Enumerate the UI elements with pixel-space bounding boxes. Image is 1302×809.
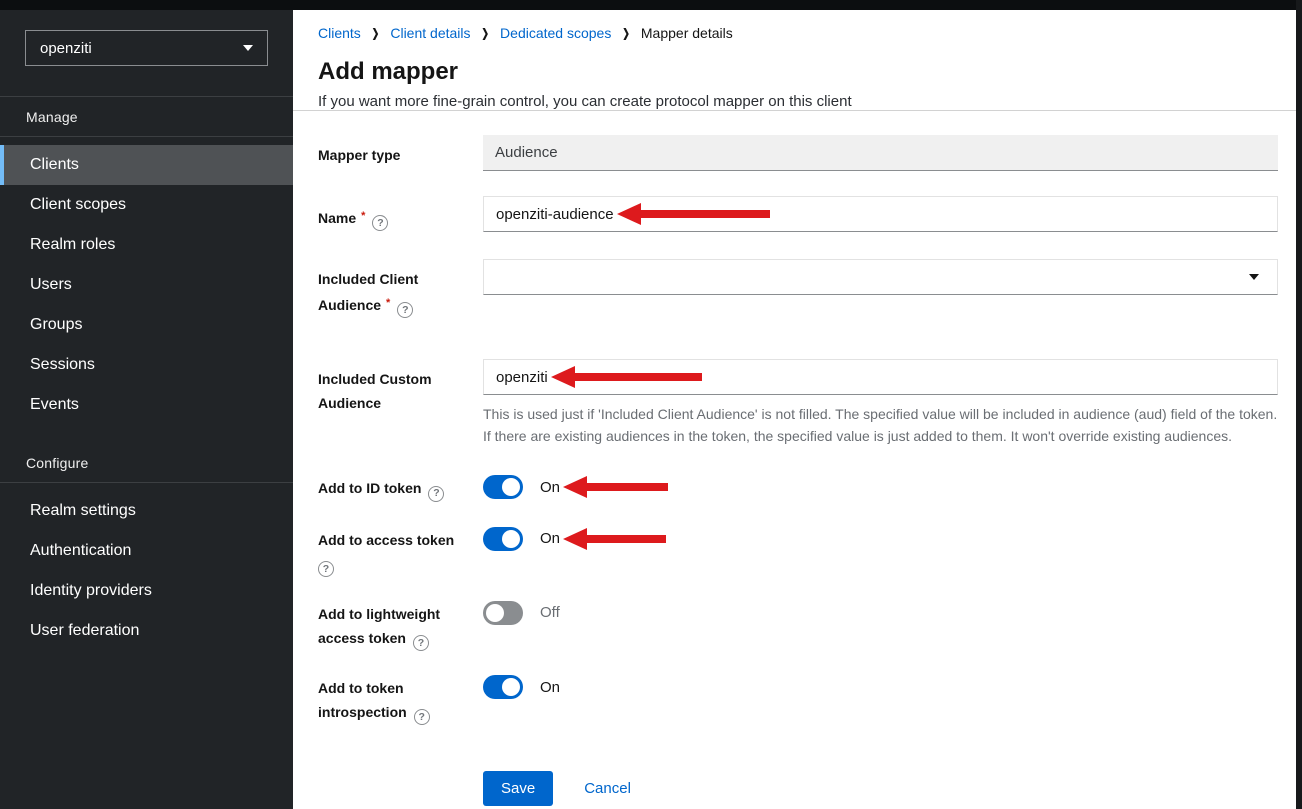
sidebar-item-identity-providers[interactable]: Identity providers bbox=[0, 571, 293, 611]
scrollbar-track[interactable] bbox=[1296, 0, 1302, 809]
chevron-down-icon bbox=[243, 45, 253, 51]
configure-nav-list: Realm settings Authentication Identity p… bbox=[0, 483, 293, 651]
chevron-right-icon: ❯ bbox=[622, 26, 630, 40]
breadcrumb: Clients ❯ Client details ❯ Dedicated sco… bbox=[318, 25, 1278, 41]
realm-selector-dropdown[interactable]: openziti bbox=[25, 30, 268, 66]
sidebar-item-client-scopes[interactable]: Client scopes bbox=[0, 185, 293, 225]
included-custom-audience-value: openziti bbox=[496, 369, 548, 386]
add-to-token-introspection-state: On bbox=[540, 679, 560, 696]
add-to-token-introspection-label: Add to token introspection? bbox=[318, 675, 483, 725]
add-to-access-token-state: On bbox=[540, 530, 560, 547]
add-to-id-token-row: Add to ID token? On bbox=[318, 475, 1278, 501]
add-to-token-introspection-toggle[interactable] bbox=[483, 675, 523, 699]
add-to-access-token-row: Add to access token ? On bbox=[318, 527, 1278, 577]
mapper-type-field: Audience bbox=[483, 135, 1278, 171]
included-custom-audience-help: This is used just if 'Included Client Au… bbox=[483, 403, 1278, 447]
add-to-lightweight-access-token-label: Add to lightweight access token? bbox=[318, 601, 483, 651]
form-actions: Save Cancel bbox=[483, 771, 1278, 809]
included-custom-audience-row: Included Custom Audience openziti This i… bbox=[318, 359, 1278, 447]
chevron-right-icon: ❯ bbox=[482, 26, 490, 40]
breadcrumb-clients[interactable]: Clients bbox=[318, 25, 361, 41]
add-to-lightweight-access-token-toggle[interactable] bbox=[483, 601, 523, 625]
app-window: openziti Manage Clients Client scopes Re… bbox=[0, 0, 1302, 809]
save-button[interactable]: Save bbox=[483, 771, 553, 806]
annotation-arrow bbox=[617, 203, 770, 225]
mapper-type-value: Audience bbox=[495, 144, 558, 161]
page-title: Add mapper bbox=[318, 58, 1278, 86]
included-custom-audience-label: Included Custom Audience bbox=[318, 359, 483, 415]
help-icon[interactable]: ? bbox=[372, 215, 388, 231]
sidebar-item-groups[interactable]: Groups bbox=[0, 305, 293, 345]
add-to-id-token-toggle[interactable] bbox=[483, 475, 523, 499]
sidebar-item-realm-settings[interactable]: Realm settings bbox=[0, 491, 293, 531]
sidebar-item-events[interactable]: Events bbox=[0, 385, 293, 425]
annotation-arrow bbox=[563, 476, 668, 498]
sidebar-item-realm-roles[interactable]: Realm roles bbox=[0, 225, 293, 265]
manage-nav-list: Clients Client scopes Realm roles Users … bbox=[0, 137, 293, 425]
name-input-value: openziti-audience bbox=[496, 206, 614, 223]
help-icon[interactable]: ? bbox=[397, 302, 413, 318]
included-client-audience-select[interactable] bbox=[483, 259, 1278, 295]
help-icon[interactable]: ? bbox=[414, 709, 430, 725]
main-content: Clients ❯ Client details ❯ Dedicated sco… bbox=[293, 10, 1302, 809]
required-asterisk: * bbox=[361, 210, 365, 222]
included-custom-audience-input[interactable]: openziti bbox=[483, 359, 1278, 395]
mapper-type-label: Mapper type bbox=[318, 135, 483, 167]
nav-section-manage: Manage bbox=[0, 97, 293, 136]
add-to-id-token-state: On bbox=[540, 479, 560, 496]
add-to-lightweight-access-token-row: Add to lightweight access token? Off bbox=[318, 601, 1278, 651]
annotation-arrow bbox=[551, 366, 702, 388]
page-header: Clients ❯ Client details ❯ Dedicated sco… bbox=[293, 10, 1302, 111]
breadcrumb-mapper-details: Mapper details bbox=[641, 25, 733, 41]
name-label: Name*? bbox=[318, 196, 483, 231]
sidebar-item-authentication[interactable]: Authentication bbox=[0, 531, 293, 571]
sidebar-item-users[interactable]: Users bbox=[0, 265, 293, 305]
add-to-access-token-toggle[interactable] bbox=[483, 527, 523, 551]
add-mapper-form: Mapper type Audience Name*? openziti-aud… bbox=[293, 111, 1302, 809]
realm-selector-value: openziti bbox=[40, 40, 92, 57]
included-client-audience-row: Included Client Audience*? bbox=[318, 259, 1278, 318]
required-asterisk: * bbox=[386, 297, 390, 309]
sidebar-item-clients[interactable]: Clients bbox=[0, 145, 293, 185]
sidebar: openziti Manage Clients Client scopes Re… bbox=[0, 10, 293, 809]
add-to-lightweight-access-token-state: Off bbox=[540, 604, 560, 621]
add-to-access-token-label: Add to access token ? bbox=[318, 527, 483, 577]
annotation-arrow bbox=[563, 528, 666, 550]
name-row: Name*? openziti-audience bbox=[318, 196, 1278, 232]
help-icon[interactable]: ? bbox=[428, 486, 444, 502]
sidebar-item-user-federation[interactable]: User federation bbox=[0, 611, 293, 651]
name-input[interactable]: openziti-audience bbox=[483, 196, 1278, 232]
chevron-down-icon bbox=[1249, 274, 1259, 280]
mapper-type-row: Mapper type Audience bbox=[318, 135, 1278, 171]
breadcrumb-dedicated-scopes[interactable]: Dedicated scopes bbox=[500, 25, 611, 41]
chevron-right-icon: ❯ bbox=[372, 26, 380, 40]
nav-section-configure: Configure bbox=[0, 443, 293, 482]
page-subtitle: If you want more fine-grain control, you… bbox=[318, 93, 1278, 110]
help-icon[interactable]: ? bbox=[318, 561, 334, 577]
cancel-button[interactable]: Cancel bbox=[584, 780, 631, 797]
add-to-id-token-label: Add to ID token? bbox=[318, 475, 483, 501]
included-client-audience-label: Included Client Audience*? bbox=[318, 259, 483, 318]
masthead-strip bbox=[0, 0, 1302, 10]
help-icon[interactable]: ? bbox=[413, 635, 429, 651]
breadcrumb-client-details[interactable]: Client details bbox=[390, 25, 470, 41]
sidebar-item-sessions[interactable]: Sessions bbox=[0, 345, 293, 385]
add-to-token-introspection-row: Add to token introspection? On bbox=[318, 675, 1278, 725]
